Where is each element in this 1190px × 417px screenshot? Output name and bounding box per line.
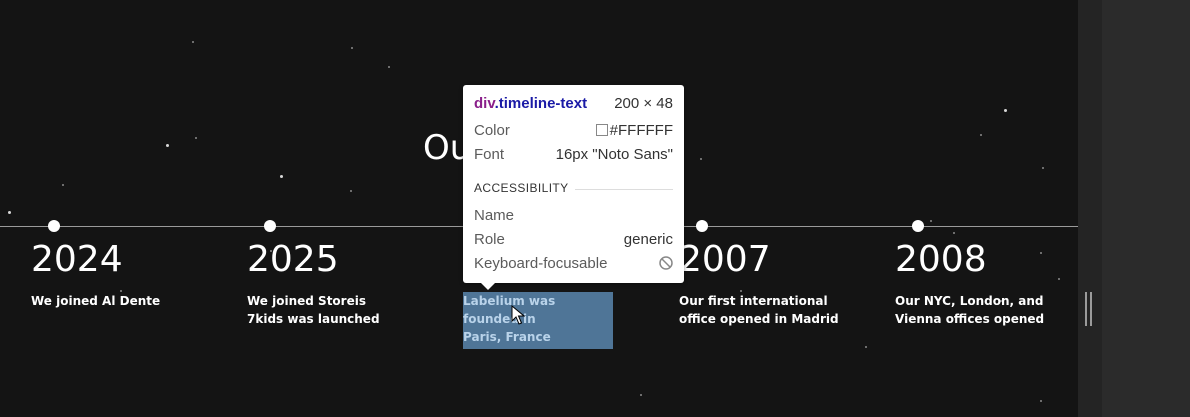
star — [280, 175, 283, 178]
timeline-dot — [264, 220, 276, 232]
timeline-dot — [912, 220, 924, 232]
star — [865, 346, 867, 348]
inspector-color-label: Color — [474, 122, 510, 139]
inspector-role-row: Role generic — [474, 230, 673, 250]
star — [351, 47, 353, 49]
timeline-section: Ou 2024 We joined Al Dente 2025 We joine… — [0, 0, 1078, 417]
inspector-size: 200 × 48 — [614, 95, 673, 112]
timeline-year: 2007 — [679, 239, 771, 280]
inspector-font-label: Font — [474, 146, 505, 163]
star — [1040, 252, 1042, 254]
timeline-text: Our first international office opened in… — [679, 294, 839, 326]
not-allowed-icon — [659, 256, 673, 270]
inspector-focusable-row: Keyboard-focusable — [474, 254, 673, 274]
star — [166, 144, 169, 147]
timeline-year: 2025 — [247, 239, 339, 280]
resize-handle-icon[interactable] — [1085, 292, 1093, 326]
inspector-tooltip: div.timeline-text 200 × 48 Color #FFFFFF… — [463, 85, 684, 290]
star — [192, 41, 194, 43]
star — [8, 211, 11, 214]
inspector-focusable-label: Keyboard-focusable — [474, 255, 608, 272]
mouse-cursor-icon — [511, 305, 525, 325]
timeline-dot — [696, 220, 708, 232]
inspector-name-row: Name — [474, 206, 673, 226]
star — [388, 66, 390, 68]
star — [700, 158, 702, 160]
star — [930, 220, 932, 222]
star — [1040, 400, 1042, 402]
timeline-text: Our NYC, London, and Vienna offices open… — [895, 294, 1045, 326]
inspector-color-value: #FFFFFF — [609, 122, 673, 139]
timeline-text-highlighted[interactable]: Labelium was founded in Paris, France — [463, 292, 613, 349]
timeline-text: We joined Al Dente — [31, 294, 161, 308]
star — [953, 232, 955, 234]
star — [980, 134, 982, 136]
star — [1004, 109, 1007, 112]
inspector-font-value: 16px "Noto Sans" — [555, 146, 673, 163]
timeline-dot — [48, 220, 60, 232]
devtools-panel — [1102, 0, 1190, 417]
timeline-year: 2008 — [895, 239, 987, 280]
star — [640, 394, 642, 396]
inspector-name-label: Name — [474, 207, 515, 224]
color-swatch-icon — [595, 124, 608, 136]
inspector-tag: div — [474, 95, 495, 112]
accessibility-section-title: ACCESSIBILITY — [474, 181, 673, 197]
inspector-color-row: Color #FFFFFF — [474, 121, 673, 141]
star — [62, 184, 64, 186]
inspector-role-value: generic — [623, 231, 673, 248]
star — [1058, 278, 1060, 280]
star — [350, 190, 352, 192]
star — [1042, 167, 1044, 169]
devtools-splitter[interactable] — [1078, 0, 1102, 417]
inspector-element-row: div.timeline-text 200 × 48 — [474, 94, 673, 114]
star — [195, 137, 197, 139]
inspector-font-row: Font 16px "Noto Sans" — [474, 145, 673, 165]
timeline-text: We joined Storeis 7kids was launched — [247, 294, 380, 326]
tooltip-arrow — [481, 283, 495, 290]
inspector-class: .timeline-text — [494, 95, 588, 112]
timeline-year: 2024 — [31, 239, 123, 280]
inspector-role-label: Role — [474, 231, 505, 248]
